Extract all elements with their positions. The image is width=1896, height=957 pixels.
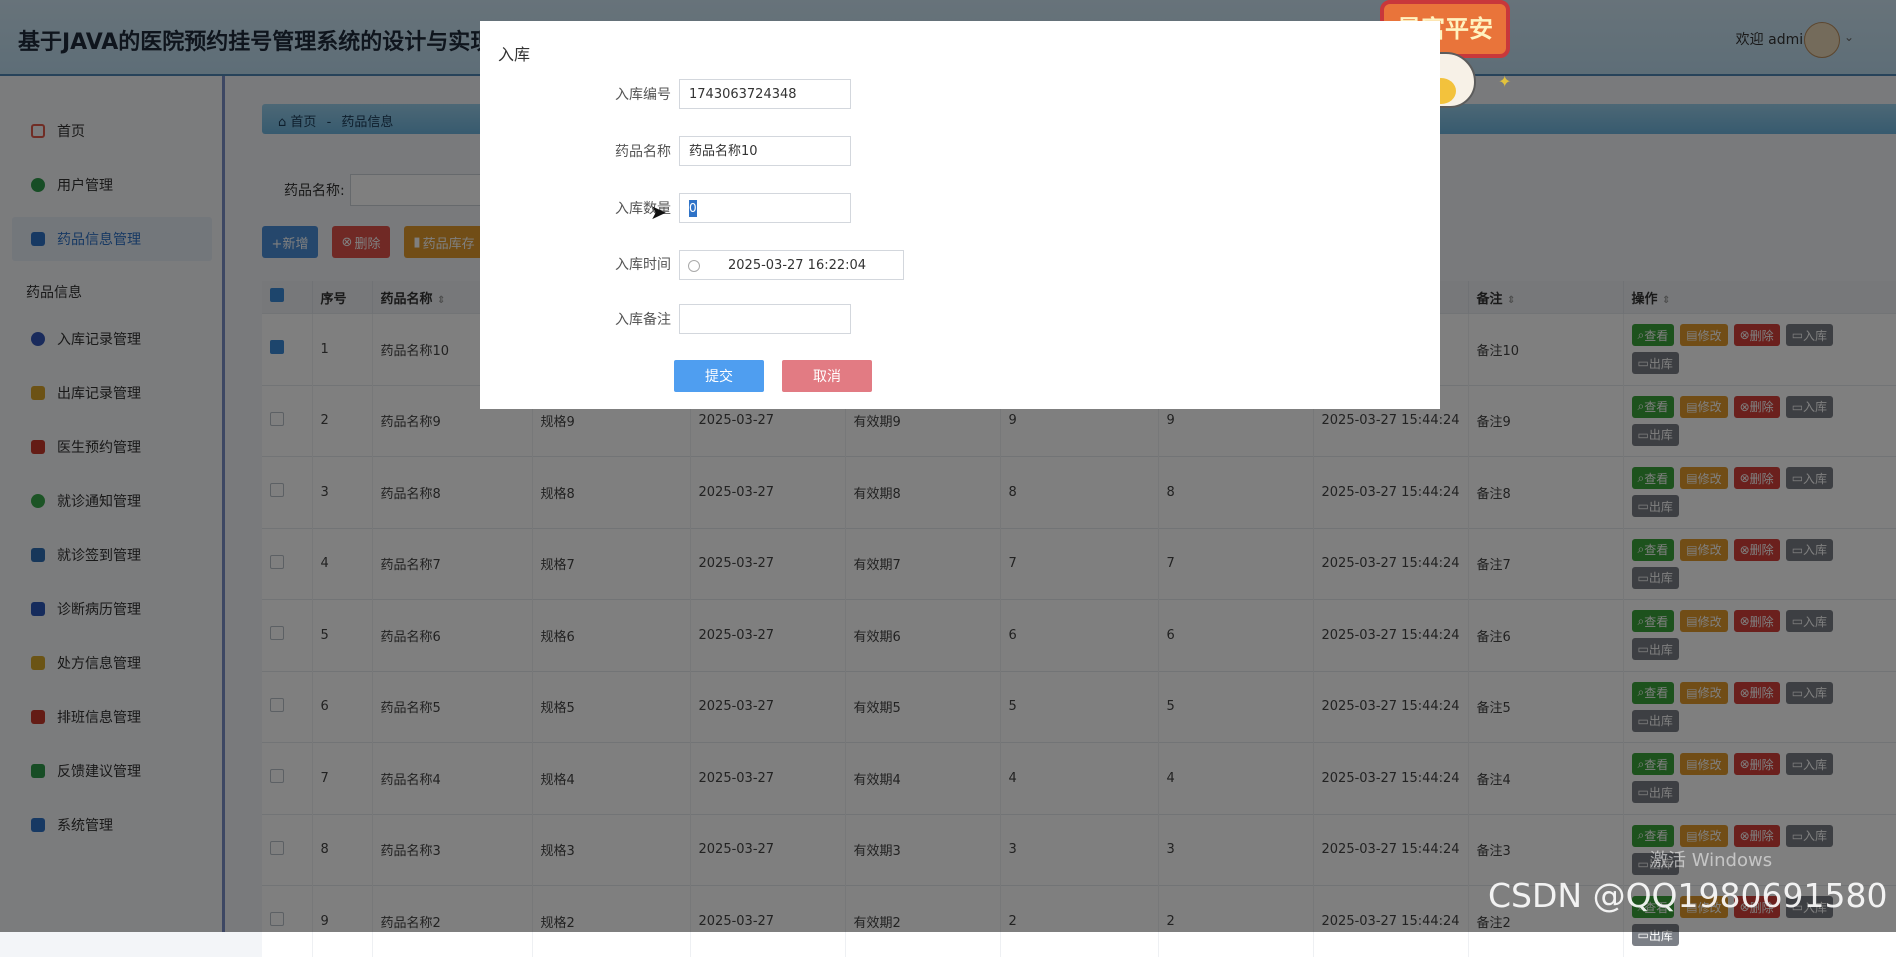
inbound-dialog: 入库 入库编号 1743063724348 药品名称 药品名称10 入库数量 0… bbox=[480, 21, 1440, 409]
mouse-cursor-icon: ➤ bbox=[650, 200, 667, 224]
inbound-code-label: 入库编号 bbox=[615, 87, 671, 103]
medicine-name-label: 药品名称 bbox=[615, 144, 671, 160]
submit-button[interactable]: 提交 bbox=[674, 360, 764, 392]
csdn-watermark: CSDN @QQ1980691580 bbox=[1488, 876, 1888, 915]
clock-icon bbox=[688, 260, 700, 272]
inbound-time-value: 2025-03-27 16:22:04 bbox=[728, 258, 867, 273]
selected-text: 0 bbox=[689, 200, 697, 217]
inbound-note-field[interactable] bbox=[679, 304, 851, 334]
inbound-code-field[interactable]: 1743063724348 bbox=[679, 79, 851, 109]
medicine-name-field[interactable]: 药品名称10 bbox=[679, 136, 851, 166]
dialog-title: 入库 bbox=[498, 45, 531, 64]
windows-activation-watermark: 激活 Windows bbox=[1650, 850, 1773, 871]
cancel-button[interactable]: 取消 bbox=[782, 360, 872, 392]
star-icon: ✦ bbox=[1498, 72, 1512, 91]
inbound-note-label: 入库备注 bbox=[615, 312, 671, 328]
inbound-qty-field[interactable]: 0 bbox=[679, 193, 851, 223]
inbound-time-picker[interactable]: 2025-03-27 16:22:04 bbox=[679, 250, 904, 280]
inbound-time-label: 入库时间 bbox=[615, 257, 671, 273]
